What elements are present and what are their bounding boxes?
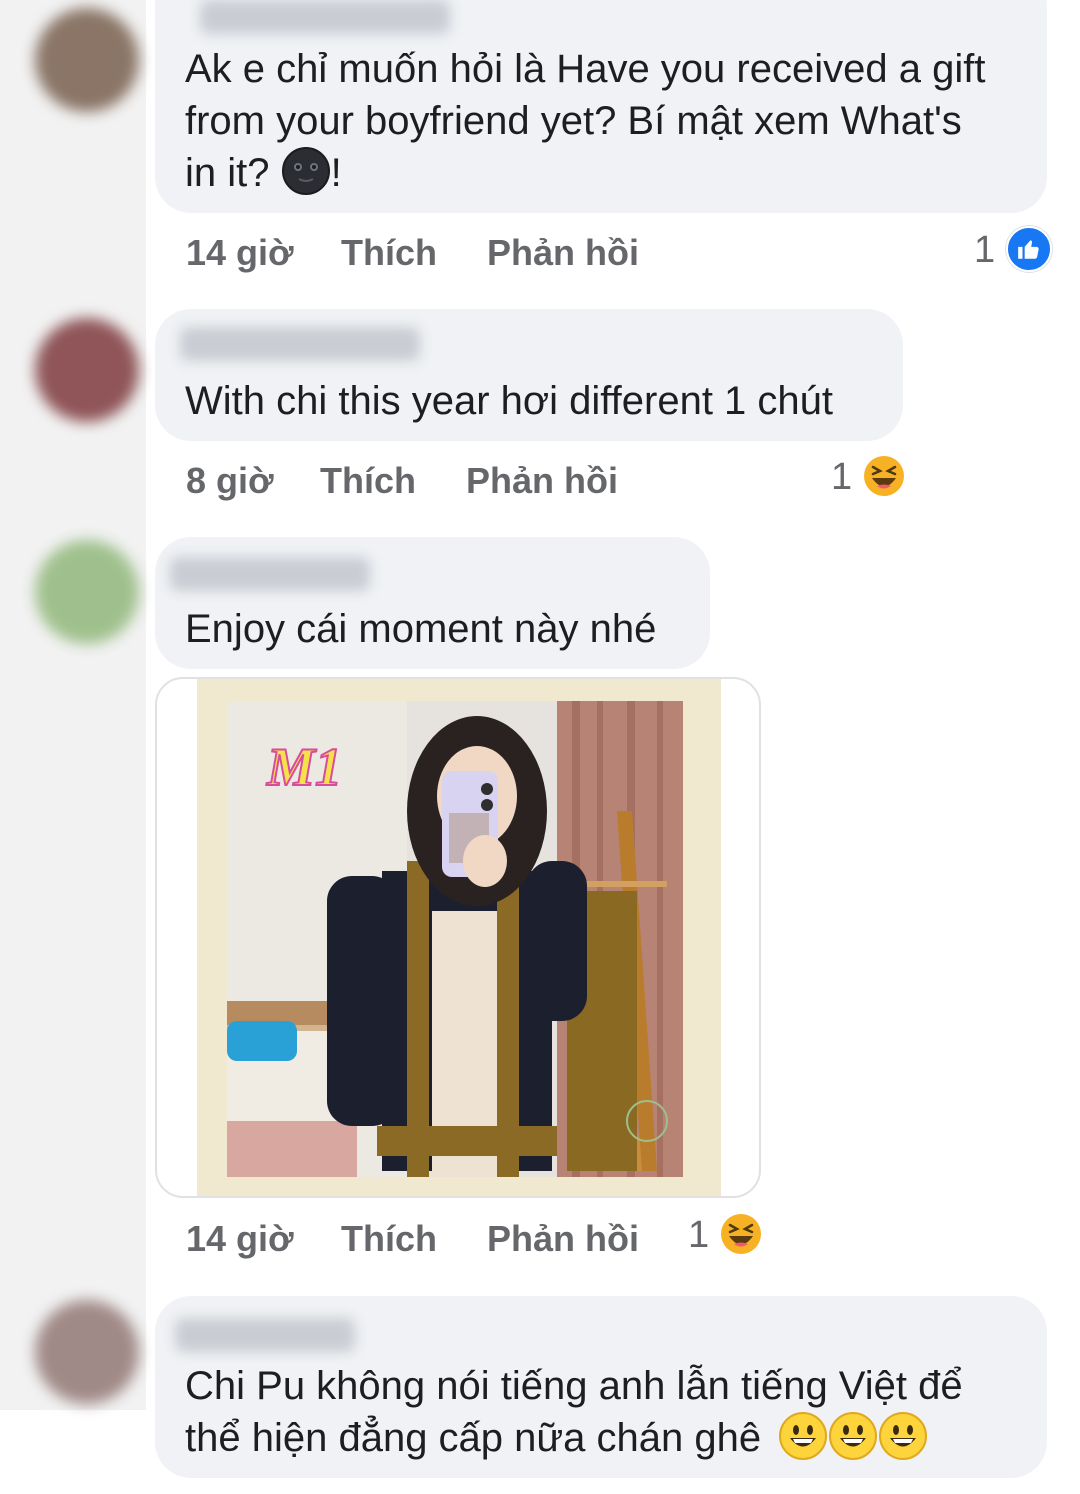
comment-image-attachment[interactable]: M1 <box>155 677 761 1198</box>
comment-bubble: Ak e chỉ muốn hỏi là Have you received a… <box>155 0 1047 213</box>
comment-text: Enjoy cái moment này nhé <box>185 607 657 651</box>
laugh-icon <box>863 455 904 496</box>
comment-text: Chi Pu không nói tiếng anh lẫn tiếng Việ… <box>185 1364 963 1461</box>
reaction-count: 1 <box>974 229 996 271</box>
avatar-column <box>0 0 146 1410</box>
attached-photo[interactable]: M1 <box>227 701 683 1177</box>
avatar[interactable] <box>35 1300 139 1404</box>
like-button[interactable]: Thích <box>341 1214 437 1264</box>
like-button[interactable]: Thích <box>320 456 416 506</box>
like-button[interactable]: Thích <box>341 228 437 278</box>
reaction-summary[interactable]: 1 <box>974 225 1052 275</box>
grinning-face-icon <box>879 1412 928 1461</box>
comment-text: Ak e chỉ muốn hỏi là Have you received a… <box>185 47 986 196</box>
reply-button[interactable]: Phản hồi <box>466 456 618 506</box>
timestamp[interactable]: 14 giờ <box>186 228 294 278</box>
reaction-count: 1 <box>688 1214 710 1256</box>
avatar[interactable] <box>35 318 139 422</box>
photo-illustration: M1 <box>227 701 683 1177</box>
reply-button[interactable]: Phản hồi <box>487 1214 639 1264</box>
commenter-name-blurred[interactable] <box>170 557 370 591</box>
laugh-icon <box>720 1213 761 1254</box>
reply-button[interactable]: Phản hồi <box>487 228 639 278</box>
comment-text: With chi this year hơi different 1 chút <box>185 379 834 423</box>
comment-bubble: Chi Pu không nói tiếng anh lẫn tiếng Việ… <box>155 1296 1047 1478</box>
grinning-face-icon <box>779 1412 828 1461</box>
grinning-face-icon <box>829 1412 878 1461</box>
like-icon <box>1005 225 1052 272</box>
photo-frame: M1 <box>197 679 721 1196</box>
avatar[interactable] <box>35 540 139 644</box>
avatar[interactable] <box>35 8 139 112</box>
reaction-summary[interactable]: 1 <box>831 452 905 502</box>
comment-bubble: With chi this year hơi different 1 chút <box>155 309 903 441</box>
commenter-name-blurred[interactable] <box>175 1318 355 1352</box>
reaction-count: 1 <box>831 456 853 498</box>
reaction-summary[interactable]: 1 <box>688 1210 762 1260</box>
timestamp[interactable]: 8 giờ <box>186 456 274 506</box>
new-moon-face-icon <box>281 147 330 196</box>
comment-bubble: Enjoy cái moment này nhé <box>155 537 710 669</box>
timestamp[interactable]: 14 giờ <box>186 1214 294 1264</box>
commenter-name-blurred[interactable] <box>180 327 420 361</box>
commenter-name-blurred[interactable] <box>200 0 450 34</box>
photo-label-m1: M1 <box>266 737 342 797</box>
